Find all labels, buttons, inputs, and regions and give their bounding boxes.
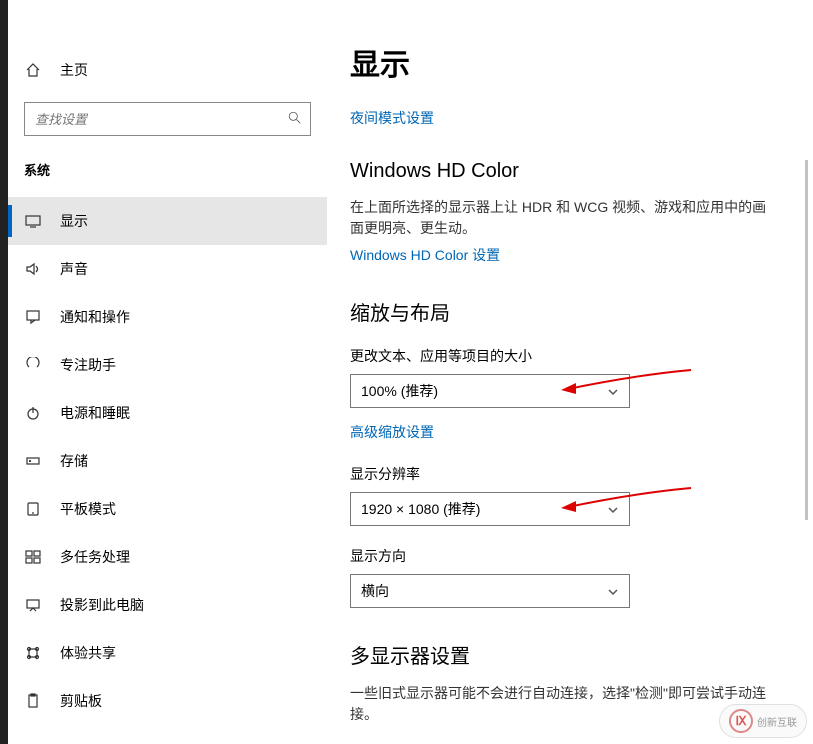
- watermark-badge: Ⅸ 创新互联: [719, 704, 807, 738]
- sidebar-item-storage[interactable]: 存储: [8, 437, 327, 485]
- multitask-icon: [24, 548, 42, 566]
- nav-label: 专注助手: [60, 355, 116, 375]
- sidebar-section-label: 系统: [8, 150, 327, 189]
- sidebar-item-shared[interactable]: 体验共享: [8, 629, 327, 677]
- nav-label: 存储: [60, 451, 88, 471]
- nav-label: 体验共享: [60, 643, 116, 663]
- orientation-value: 横向: [361, 581, 389, 601]
- sidebar-item-multitask[interactable]: 多任务处理: [8, 533, 327, 581]
- nav-label: 通知和操作: [60, 307, 130, 327]
- home-label: 主页: [60, 60, 88, 80]
- tablet-icon: [24, 500, 42, 518]
- power-icon: [24, 404, 42, 422]
- multimon-heading: 多显示器设置: [350, 640, 782, 669]
- hd-color-heading: Windows HD Color: [350, 160, 782, 183]
- scale-heading: 缩放与布局: [350, 297, 782, 326]
- main-content: 显示 夜间模式设置 Windows HD Color 在上面所选择的显示器上让 …: [328, 0, 808, 744]
- nav-label: 显示: [60, 211, 88, 231]
- hd-color-desc: 在上面所选择的显示器上让 HDR 和 WCG 视频、游戏和应用中的画面更明亮、更…: [350, 197, 780, 239]
- nav-label: 投影到此电脑: [60, 595, 144, 615]
- sidebar-item-focus[interactable]: 专注助手: [8, 341, 327, 389]
- annotation-arrow: [556, 367, 696, 397]
- orientation-label: 显示方向: [350, 546, 782, 566]
- watermark-logo-icon: Ⅸ: [729, 709, 753, 733]
- chevron-down-icon: [607, 503, 619, 515]
- sidebar-item-projecting[interactable]: 投影到此电脑: [8, 581, 327, 629]
- hd-color-link[interactable]: Windows HD Color 设置: [350, 245, 782, 265]
- display-icon: [24, 212, 42, 230]
- multimon-desc: 一些旧式显示器可能不会进行自动连接，选择"检测"即可尝试手动连接。: [350, 683, 780, 725]
- notifications-icon: [24, 308, 42, 326]
- nav-label: 剪贴板: [60, 691, 102, 711]
- storage-icon: [24, 452, 42, 470]
- resolution-dropdown[interactable]: 1920 × 1080 (推荐): [350, 492, 630, 526]
- orientation-dropdown[interactable]: 横向: [350, 574, 630, 608]
- scale-value: 100% (推荐): [361, 381, 438, 401]
- nav-label: 声音: [60, 259, 88, 279]
- sidebar-item-power[interactable]: 电源和睡眠: [8, 389, 327, 437]
- focus-icon: [24, 356, 42, 374]
- nav-label: 电源和睡眠: [60, 403, 130, 423]
- resolution-label: 显示分辨率: [350, 464, 782, 484]
- watermark-text: 创新互联: [757, 714, 797, 729]
- scale-dropdown[interactable]: 100% (推荐): [350, 374, 630, 408]
- search-icon: [288, 111, 301, 127]
- scale-label: 更改文本、应用等项目的大小: [350, 346, 782, 366]
- home-row[interactable]: 主页: [8, 48, 327, 92]
- clipboard-icon: [24, 692, 42, 710]
- sidebar-item-sound[interactable]: 声音: [8, 245, 327, 293]
- search-input[interactable]: [24, 102, 311, 136]
- nav-label: 多任务处理: [60, 547, 130, 567]
- page-title: 显示: [350, 40, 782, 84]
- home-icon: [24, 61, 42, 79]
- sidebar-item-tablet[interactable]: 平板模式: [8, 485, 327, 533]
- resolution-value: 1920 × 1080 (推荐): [361, 499, 480, 519]
- sidebar-item-notifications[interactable]: 通知和操作: [8, 293, 327, 341]
- shared-icon: [24, 644, 42, 662]
- chevron-down-icon: [607, 385, 619, 397]
- sidebar: 主页 系统 显示 声音 通知和操作 专注助手: [8, 0, 328, 744]
- project-icon: [24, 596, 42, 614]
- nav-label: 平板模式: [60, 499, 116, 519]
- advanced-scale-link[interactable]: 高级缩放设置: [350, 422, 782, 442]
- annotation-arrow: [556, 485, 696, 515]
- sound-icon: [24, 260, 42, 278]
- sidebar-item-display[interactable]: 显示: [8, 197, 327, 245]
- nav-list: 显示 声音 通知和操作 专注助手 电源和睡眠 存储: [8, 197, 327, 725]
- search-wrap: [24, 102, 311, 136]
- sidebar-item-clipboard[interactable]: 剪贴板: [8, 677, 327, 725]
- night-mode-link[interactable]: 夜间模式设置: [350, 108, 782, 128]
- scrollbar[interactable]: [805, 160, 808, 520]
- chevron-down-icon: [607, 585, 619, 597]
